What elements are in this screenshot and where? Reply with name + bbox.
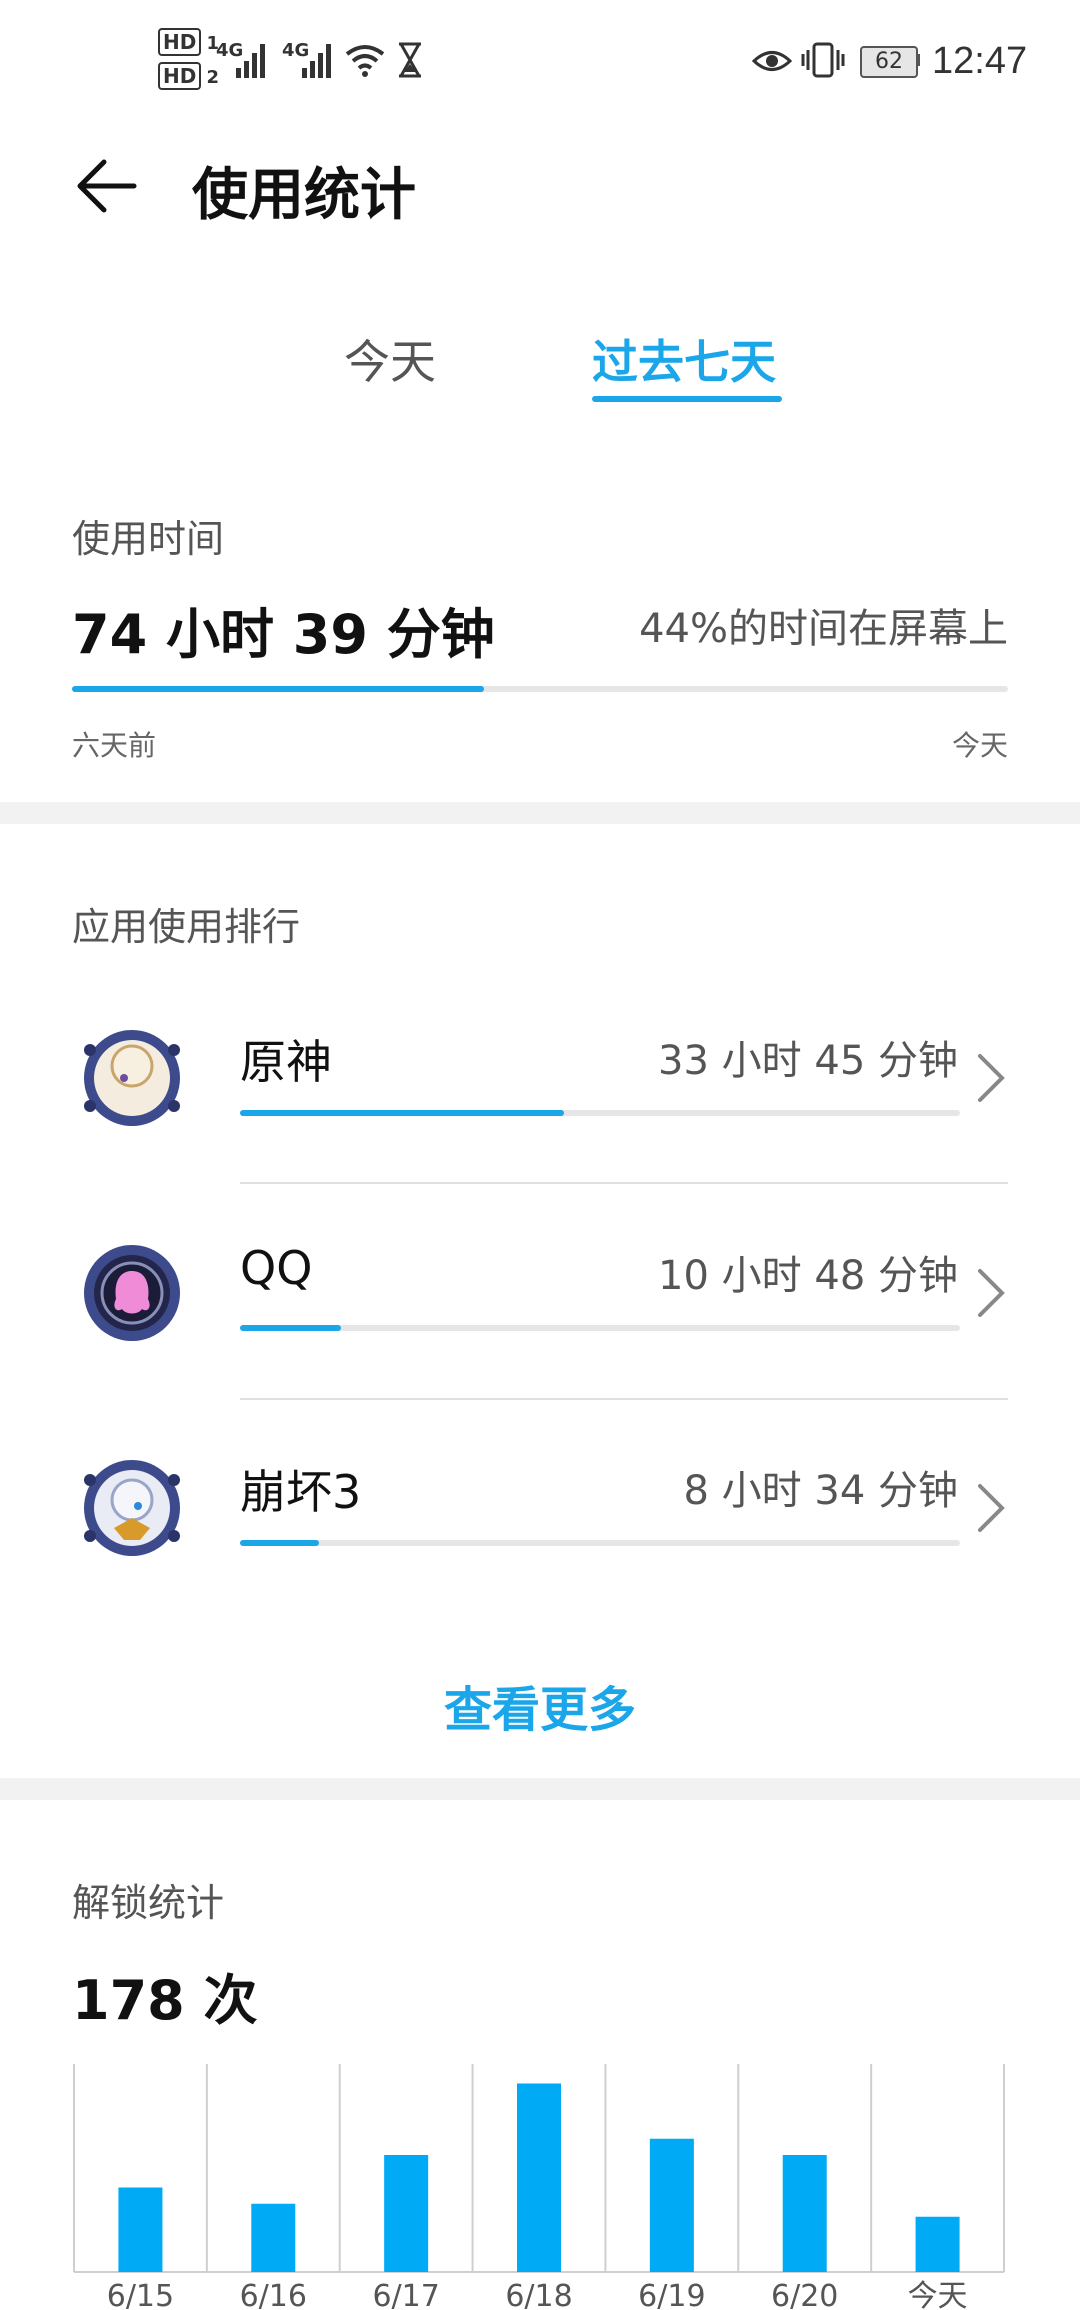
app-name: 崩坏3 (240, 1465, 362, 1519)
screen-percent-text: 44%的时间在屏幕上 (639, 606, 1008, 652)
chart-x-tick-label: 6/16 (240, 2279, 307, 2310)
hd1-label: HD (158, 28, 202, 56)
status-bar: HD 1 HD 2 4G 4G 62 12:47 (0, 0, 1080, 120)
chart-bar (782, 2155, 827, 2272)
chart-bar (649, 2138, 694, 2272)
usage-time-label: 使用时间 (72, 517, 225, 561)
hd2-sub: 2 (206, 67, 219, 88)
battery-tip (916, 54, 920, 66)
app-progress-fill (240, 1110, 564, 1116)
back-arrow-icon[interactable] (74, 158, 138, 214)
chart-x-tick-label: 6/18 (505, 2279, 572, 2310)
chevron-right-icon (978, 1054, 1005, 1102)
eye-icon (752, 51, 792, 71)
hd1-indicator: HD 1 (158, 28, 219, 56)
unlock-bar-chart: 6/15 6/16 6/17 6/18 6/19 6/20 今天 (73, 2064, 1005, 2310)
battery-icon: 62 (860, 46, 918, 78)
chevron-right-icon (978, 1484, 1005, 1532)
app-progress-fill (240, 1540, 320, 1546)
unlock-stats-label: 解锁统计 (72, 1881, 225, 1925)
hd2-indicator: HD 2 (158, 62, 219, 90)
signal-bars-icon (236, 44, 265, 78)
unlock-count: 178 次 (72, 1969, 258, 2032)
chart-x-tick-label: 6/17 (372, 2279, 439, 2310)
tab-today[interactable]: 今天 (344, 326, 436, 392)
app-row-genshin[interactable]: 原神 33 小时 45 分钟 (0, 990, 1080, 1180)
honkai-app-icon (84, 1460, 180, 1556)
app-name: QQ (240, 1241, 313, 1295)
app-progress-track (240, 1325, 960, 1331)
app-row-qq[interactable]: QQ 10 小时 48 分钟 (0, 1205, 1080, 1395)
chart-bar (251, 2203, 296, 2272)
chart-bar (915, 2216, 960, 2272)
vibrate-icon (801, 42, 845, 78)
usage-progress-fill (72, 686, 484, 692)
app-name: 原神 (240, 1035, 332, 1089)
genshin-app-icon (84, 1030, 180, 1126)
clock: 12:47 (932, 40, 1028, 82)
section-divider (0, 1778, 1080, 1800)
row-divider (240, 1182, 1008, 1184)
hd2-label: HD (158, 62, 202, 90)
chevron-right-icon (978, 1269, 1005, 1317)
chart-bar (517, 2083, 561, 2272)
app-progress-fill (240, 1325, 341, 1331)
app-time: 33 小时 45 分钟 (658, 1038, 958, 1084)
signal-bars-icon (302, 44, 331, 78)
active-tab-indicator (592, 396, 782, 402)
app-time: 8 小时 34 分钟 (683, 1468, 959, 1514)
row-divider (240, 1398, 1008, 1400)
chart-x-tick-label: 6/15 (107, 2279, 174, 2310)
page-title: 使用统计 (192, 163, 416, 228)
battery-level: 62 (875, 49, 903, 74)
usage-total: 74 小时 39 分钟 (72, 603, 495, 666)
view-more-link[interactable]: 查看更多 (0, 1670, 1080, 1740)
app-progress-track (240, 1110, 960, 1116)
chart-bar (384, 2155, 429, 2272)
app-progress-track (240, 1540, 960, 1546)
app-time: 10 小时 48 分钟 (658, 1253, 958, 1299)
usage-progress-track (72, 686, 1008, 692)
wifi-icon (345, 45, 385, 77)
hourglass-icon (399, 42, 421, 78)
chart-x-tick-label: 今天 (908, 2279, 968, 2310)
tab-past-seven-days[interactable]: 过去七天 (592, 326, 776, 392)
app-ranking-label: 应用使用排行 (72, 905, 301, 949)
qq-app-icon (84, 1245, 180, 1341)
chart-x-tick-label: 6/20 (771, 2279, 838, 2310)
chart-x-tick-label: 6/19 (638, 2279, 705, 2310)
range-end-label: 今天 (951, 729, 1008, 762)
chart-bar (118, 2187, 163, 2272)
section-divider (0, 802, 1080, 824)
app-row-honkai[interactable]: 崩坏3 8 小时 34 分钟 (0, 1420, 1080, 1610)
range-start-label: 六天前 (72, 729, 157, 762)
